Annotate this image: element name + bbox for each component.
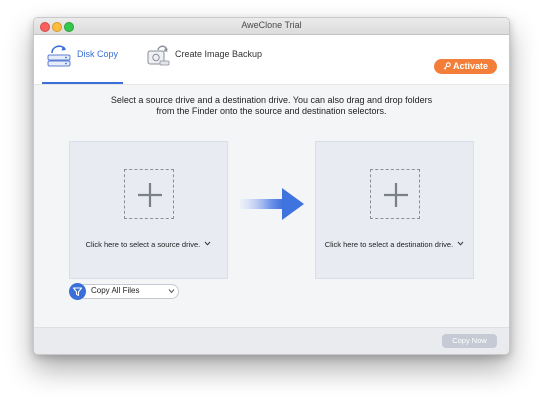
filter-icon [69, 283, 86, 300]
tab-create-image-backup[interactable]: Create Image Backup [141, 35, 271, 84]
image-backup-icon [145, 42, 171, 68]
source-drive-selector[interactable]: Click here to select a source drive. [69, 141, 228, 279]
source-drop-zone [124, 169, 174, 219]
copy-mode-selected-value: Copy All Files [91, 286, 140, 295]
destination-drive-label-text: Click here to select a destination drive… [324, 240, 454, 249]
destination-drop-zone [370, 169, 420, 219]
tab-create-image-backup-label: Create Image Backup [175, 49, 263, 59]
instruction-text-line-2: from the Finder onto the source and dest… [156, 106, 387, 116]
source-drive-label: Click here to select a source drive. [70, 240, 227, 249]
source-drive-label-text: Click here to select a source drive. [85, 240, 201, 249]
key-icon [443, 59, 451, 74]
copy-direction-arrow-icon [240, 188, 304, 220]
chevron-down-icon [204, 241, 211, 246]
window-title: AweClone Trial [241, 20, 302, 30]
tab-disk-copy-label: Disk Copy [77, 49, 119, 59]
plus-icon [138, 183, 162, 207]
disk-copy-icon [46, 42, 72, 68]
chevron-down-icon [457, 241, 464, 246]
title-bar[interactable]: AweClone Trial [34, 18, 509, 35]
main-content: Select a source drive and a destination … [34, 85, 509, 327]
activate-label: Activate [452, 61, 488, 71]
tab-disk-copy[interactable]: Disk Copy [42, 35, 123, 84]
destination-drive-label: Click here to select a destination drive… [316, 240, 473, 249]
toolbar: Disk Copy Create Image Backup Activate [34, 35, 509, 85]
chevron-down-icon [168, 289, 175, 294]
plus-icon [384, 183, 408, 207]
copy-mode-dropdown[interactable]: Copy All Files [69, 283, 181, 300]
active-tab-indicator [42, 82, 123, 84]
activate-button[interactable]: Activate [434, 59, 497, 74]
destination-drive-selector[interactable]: Click here to select a destination drive… [315, 141, 474, 279]
footer-bar: Copy Now [34, 327, 509, 354]
copy-now-button[interactable]: Copy Now [442, 334, 497, 348]
instruction-text-line-1: Select a source drive and a destination … [110, 95, 433, 105]
app-window: AweClone Trial Disk Copy Create Image Ba… [33, 17, 510, 355]
